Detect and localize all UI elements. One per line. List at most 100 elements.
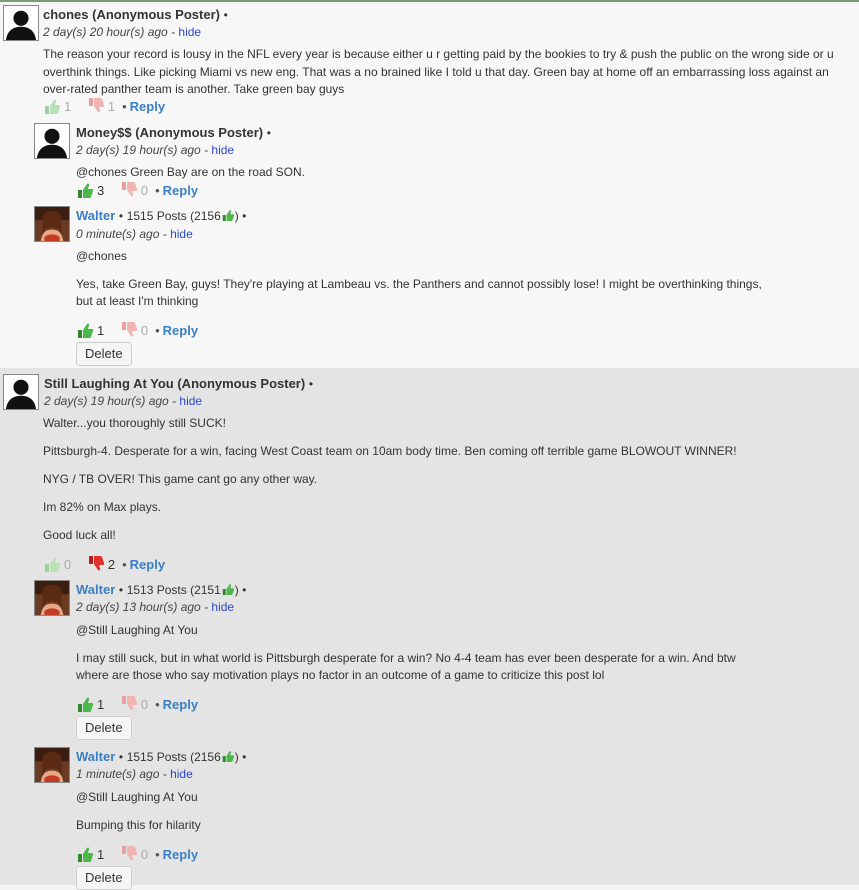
vote-bar: 1 0 • Reply [76, 696, 198, 714]
thumbs-down-icon[interactable] [120, 696, 138, 712]
vote-bar: 1 0 • Reply [76, 322, 198, 340]
comment-text-line: Yes, take Green Bay, guys! They're playi… [76, 277, 762, 291]
author-name[interactable]: Walter [76, 582, 115, 597]
thumbs-up-icon [222, 751, 234, 762]
comment-text-line: The reason your record is lousy in the N… [43, 47, 834, 61]
comment-text-line: Im 82% on Max plays. [43, 500, 162, 514]
timestamp: 2 day(s) 13 hour(s) ago [76, 600, 201, 614]
hide-link[interactable]: hide [178, 25, 201, 39]
meta-dash: - [162, 227, 167, 241]
comment-text-line: Pittsburgh-4. Desperate for a win, facin… [43, 444, 737, 458]
meta-dash: - [204, 143, 209, 157]
hide-link[interactable]: hide [170, 767, 193, 781]
author-name: chones (Anonymous Poster) [43, 7, 220, 22]
comment-text-line: overthink things. Like picking Miami vs … [43, 65, 829, 79]
upvote-count: 1 [97, 697, 105, 712]
timestamp: 0 minute(s) ago [76, 227, 160, 241]
post-count-suffix: ) • [234, 209, 247, 223]
downvote-count: 2 [107, 557, 116, 572]
vote-bar: 1 1 • Reply [43, 98, 165, 116]
comment-header: Still Laughing At You (Anonymous Poster)… [44, 376, 313, 391]
reply-link[interactable]: Reply [130, 557, 165, 572]
avatar[interactable] [3, 5, 39, 41]
comment-text-line: @Still Laughing At You [76, 623, 198, 637]
thumbs-down-icon[interactable] [87, 556, 105, 572]
thumbs-down-icon[interactable] [120, 322, 138, 338]
delete-button[interactable]: Delete [76, 866, 132, 890]
thumbs-up-icon[interactable] [76, 696, 94, 712]
comment-meta: 1 minute(s) ago - hide [76, 767, 193, 781]
author-name[interactable]: Walter [76, 208, 115, 223]
thumbs-up-icon[interactable] [43, 556, 61, 572]
comment-text-line: Good luck all! [43, 528, 116, 542]
separator: • [155, 847, 160, 862]
comment-header: chones (Anonymous Poster) • [43, 7, 228, 22]
thumbs-down-icon[interactable] [120, 846, 138, 862]
separator: • [122, 99, 127, 114]
downvote-count: 0 [140, 697, 149, 712]
separator: • [266, 126, 271, 140]
hide-link[interactable]: hide [211, 600, 234, 614]
comment-header: Walter • 1513 Posts (2151) • [76, 582, 246, 597]
avatar[interactable] [34, 123, 70, 159]
comment-text-line: NYG / TB OVER! This game cant go any oth… [43, 472, 318, 486]
downvote-count: 1 [107, 99, 116, 114]
delete-button[interactable]: Delete [76, 342, 132, 366]
comment-meta: 2 day(s) 13 hour(s) ago - hide [76, 600, 234, 614]
reply-link[interactable]: Reply [163, 697, 198, 712]
delete-button[interactable]: Delete [76, 716, 132, 740]
comment-text-line: where are those who say motivation plays… [76, 668, 605, 682]
thumbs-up-icon[interactable] [76, 322, 94, 338]
thumbs-up-icon [222, 584, 234, 595]
reply-link[interactable]: Reply [163, 847, 198, 862]
comment-text-line: over-rated panther team is another. Take… [43, 82, 345, 96]
avatar[interactable] [3, 374, 39, 410]
timestamp: 2 day(s) 19 hour(s) ago [76, 143, 201, 157]
comment-meta: 0 minute(s) ago - hide [76, 227, 193, 241]
post-count: 1515 Posts (2156 [126, 750, 221, 764]
separator: • [155, 697, 160, 712]
comment-text-line: I may still suck, but in what world is P… [76, 651, 736, 665]
vote-bar: 0 2 • Reply [43, 556, 165, 574]
post-count: 1515 Posts (2156 [126, 209, 221, 223]
hide-link[interactable]: hide [170, 227, 193, 241]
author-name[interactable]: Walter [76, 749, 115, 764]
separator: • [308, 377, 314, 391]
comment-text-line: @chones [76, 249, 127, 263]
thumbs-down-icon[interactable] [87, 98, 105, 114]
reply-link[interactable]: Reply [163, 323, 198, 338]
separator: • [223, 8, 228, 22]
reply-link[interactable]: Reply [163, 183, 198, 198]
comment-text-line: @chones Green Bay are on the road SON. [76, 165, 305, 179]
post-count-suffix: ) • [234, 750, 247, 764]
thumbs-up-icon[interactable] [76, 846, 94, 862]
walter-photo-avatar[interactable] [34, 206, 70, 242]
vote-bar: 1 0 • Reply [76, 846, 198, 864]
upvote-count: 3 [97, 183, 105, 198]
meta-dash: - [172, 394, 177, 408]
comment-text-line: Bumping this for hilarity [76, 818, 201, 832]
upvote-count: 1 [64, 99, 72, 114]
reply-link[interactable]: Reply [130, 99, 165, 114]
thumbs-down-icon[interactable] [120, 182, 138, 198]
hide-link[interactable]: hide [211, 143, 234, 157]
comment-header: Walter • 1515 Posts (2156) • [76, 749, 246, 764]
separator: • [155, 323, 160, 338]
comment-meta: 2 day(s) 20 hour(s) ago - hide [43, 25, 201, 39]
hide-link[interactable]: hide [179, 394, 202, 408]
comment-meta: 2 day(s) 19 hour(s) ago - hide [76, 143, 234, 157]
thumbs-up-icon [222, 210, 234, 221]
comment-text-line: @Still Laughing At You [76, 790, 198, 804]
separator: • [118, 583, 124, 597]
comment-header: Walter • 1515 Posts (2156) • [76, 208, 246, 223]
thumbs-up-icon[interactable] [76, 182, 94, 198]
walter-photo-avatar[interactable] [34, 580, 70, 616]
comment-meta: 2 day(s) 19 hour(s) ago - hide [44, 394, 202, 408]
comment-text-line: Walter...you thoroughly still SUCK! [43, 416, 226, 430]
timestamp: 2 day(s) 20 hour(s) ago [43, 25, 168, 39]
thumbs-up-icon[interactable] [43, 98, 61, 114]
comment-text-line: but at least I'm thinking [76, 294, 199, 308]
walter-photo-avatar[interactable] [34, 747, 70, 783]
upvote-count: 1 [97, 847, 105, 862]
post-count: 1513 Posts (2151 [126, 583, 221, 597]
